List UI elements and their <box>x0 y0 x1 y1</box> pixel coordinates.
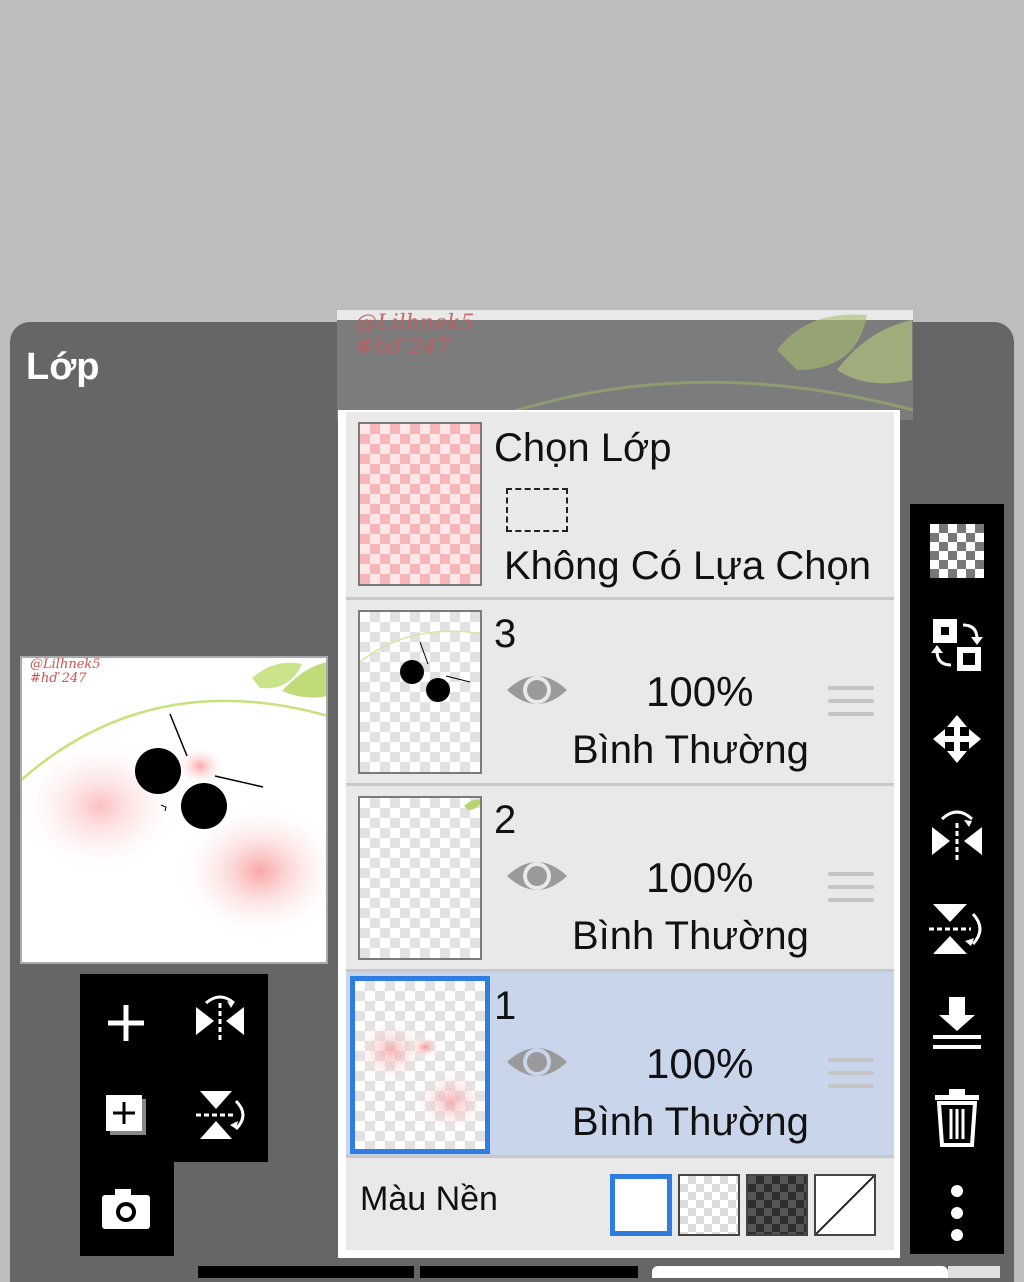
layer-thumbnail <box>358 796 482 960</box>
layer-opacity[interactable]: 100% <box>646 668 753 716</box>
camera-icon[interactable] <box>91 1174 161 1244</box>
selection-layer-title: Chọn Lớp <box>494 426 672 470</box>
transparency-icon[interactable] <box>924 518 990 584</box>
layer-thumbnail <box>350 976 490 1154</box>
layer-number: 2 <box>494 798 517 842</box>
background-color-row: Màu Nền <box>346 1158 894 1250</box>
flip-vertical-icon[interactable] <box>185 1080 255 1150</box>
add-layer-copy-icon[interactable] <box>91 1080 161 1150</box>
selection-status: Không Có Lựa Chọn <box>504 544 872 588</box>
background-none-option[interactable] <box>814 1174 876 1236</box>
canvas-preview[interactable]: @Lilhnek5 #hď 247 <box>20 656 328 964</box>
drag-handle-icon[interactable] <box>828 686 874 725</box>
layers-list: Chọn Lớp Không Có Lựa Chọn 3 100% Bình T… <box>338 410 900 1258</box>
canvas-ghost: @Lilhnek5 #hď 247 <box>337 310 913 420</box>
layer-number: 3 <box>494 612 517 656</box>
drag-handle-icon[interactable] <box>828 872 874 911</box>
drag-handle-icon[interactable] <box>828 1058 874 1097</box>
selection-icon <box>506 488 568 532</box>
layer-number: 1 <box>494 984 517 1028</box>
layer-row-selected[interactable]: 1 100% Bình Thường <box>346 972 894 1158</box>
right-toolbar <box>910 504 1004 1254</box>
layer-row[interactable]: 3 100% Bình Thường <box>346 600 894 786</box>
flip-vertical-icon[interactable] <box>924 896 990 962</box>
background-checker-option[interactable] <box>678 1174 740 1236</box>
selection-layer-thumbnail <box>358 422 482 586</box>
eye-icon[interactable] <box>504 668 570 717</box>
layer-opacity[interactable]: 100% <box>646 854 753 902</box>
background-color-label: Màu Nền <box>360 1180 498 1218</box>
layer-blend-mode[interactable]: Bình Thường <box>572 728 809 773</box>
flip-horizontal-icon[interactable] <box>924 802 990 868</box>
layer-row[interactable]: 2 100% Bình Thường <box>346 786 894 972</box>
panel-title: Lớp <box>26 346 100 388</box>
watermark: @Lilhnek5 #hď 247 <box>30 657 101 686</box>
more-icon[interactable] <box>924 1180 990 1246</box>
flip-horizontal-icon[interactable] <box>185 986 255 1056</box>
merge-down-icon[interactable] <box>924 990 990 1056</box>
leaf-icon <box>486 314 913 420</box>
eye-icon[interactable] <box>504 1040 570 1089</box>
background-white-option[interactable] <box>610 1174 672 1236</box>
trash-icon[interactable] <box>924 1084 990 1150</box>
layer-blend-mode[interactable]: Bình Thường <box>572 1100 809 1145</box>
eye-icon[interactable] <box>504 854 570 903</box>
selection-layer-row[interactable]: Chọn Lớp Không Có Lựa Chọn <box>346 412 894 600</box>
swap-layer-icon[interactable] <box>924 612 990 678</box>
layer-opacity[interactable]: 100% <box>646 1040 753 1088</box>
bottom-toolbar-fragment <box>198 1266 414 1278</box>
move-icon[interactable] <box>924 706 990 772</box>
add-layer-icon[interactable] <box>91 988 161 1058</box>
layer-blend-mode[interactable]: Bình Thường <box>572 914 809 959</box>
layer-thumbnail <box>358 610 482 774</box>
background-dark-checker-option[interactable] <box>746 1174 808 1236</box>
